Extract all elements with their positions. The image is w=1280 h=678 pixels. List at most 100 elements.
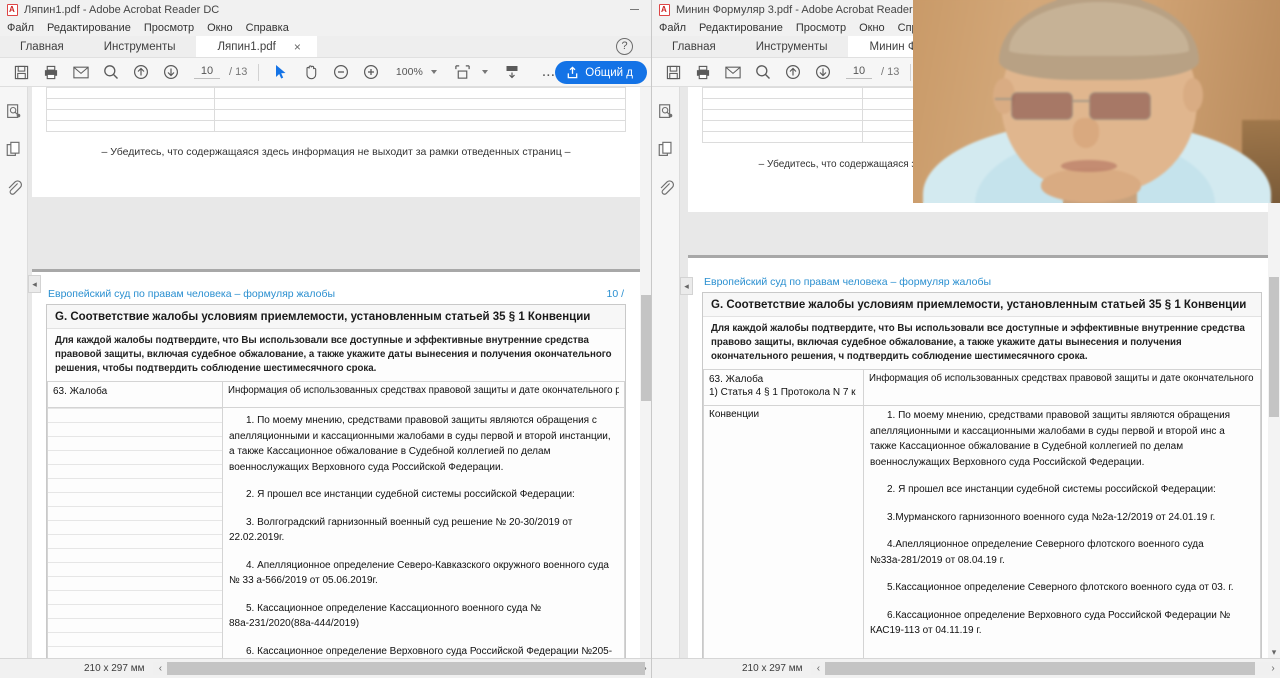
video-call-overlay[interactable]	[913, 0, 1280, 203]
vertical-scrollbar-left[interactable]	[640, 87, 651, 658]
section-g-right: G. Соответствие жалобы условиям приемлем…	[702, 292, 1262, 658]
table-cell-complaint-body[interactable]: Конвенции	[703, 405, 864, 658]
prev-page-icon[interactable]	[126, 59, 156, 85]
menu-item-file[interactable]: Файл	[659, 22, 686, 34]
vertical-scrollbar-thumb[interactable]	[1269, 277, 1279, 417]
window-title-right: Минин Формуляр 3.pdf - Adobe Acrobat Rea…	[676, 3, 932, 16]
page-thumbnails-icon[interactable]	[655, 101, 677, 123]
share-button[interactable]: Общий д	[555, 61, 647, 84]
table-cell-complaint-header: 63. Жалоба	[47, 381, 223, 409]
table-cell-info-body[interactable]: 1. По моему мнению, средствами правовой …	[863, 405, 1261, 658]
scroll-left-arrow[interactable]: ‹	[811, 663, 825, 674]
zoom-out-icon[interactable]	[326, 59, 356, 85]
print-icon[interactable]	[36, 59, 66, 85]
toolbar-divider	[258, 63, 260, 81]
page-collapse-handle-left[interactable]: ◂	[28, 275, 41, 293]
sidebar-rail-right	[652, 87, 680, 658]
fit-page-chevron-icon[interactable]	[482, 70, 489, 74]
attachments-icon[interactable]	[3, 177, 25, 199]
acrobat-app-icon	[7, 3, 18, 16]
tab-tools-right[interactable]: Инструменты	[736, 36, 848, 57]
page-collapse-handle-right[interactable]: ◂	[680, 277, 693, 295]
page-footnote-left: – Убедитесь, что содержащаяся здесь инфо…	[101, 146, 571, 158]
remedies-table-right: 63. Жалоба 1) Статья 4 § 1 Протокола N 7…	[703, 369, 1261, 658]
menu-item-view[interactable]: Просмотр	[796, 22, 846, 34]
remedies-table-left: 63. Жалоба Информация об использованных …	[47, 381, 625, 658]
tab-home-right[interactable]: Главная	[652, 36, 736, 57]
pdf-page-main-right: Европейский суд по правам человека – фор…	[688, 258, 1276, 658]
screen-root: Ляпин1.pdf - Adobe Acrobat Reader DC Фай…	[0, 0, 1280, 678]
page-indicator-right[interactable]: 10 / 13	[846, 65, 899, 79]
page-dimensions-left: 210 x 297 мм	[84, 663, 145, 674]
scroll-right-arrow[interactable]: ›	[1266, 663, 1280, 674]
zoom-in-icon[interactable]	[356, 59, 386, 85]
menu-item-help[interactable]: Справка	[246, 22, 289, 34]
horizontal-scrollbar-right[interactable]: ‹ ›	[811, 662, 1280, 675]
section-title: G. Соответствие жалобы условиям приемлем…	[47, 305, 625, 329]
page-thumbnails-icon[interactable]	[3, 101, 25, 123]
table-cell-complaint-header: 63. Жалоба 1) Статья 4 § 1 Протокола N 7…	[703, 369, 864, 407]
document-viewport-left[interactable]: – Убедитесь, что содержащаяся здесь инфо…	[28, 87, 651, 658]
share-button-label: Общий д	[585, 66, 633, 79]
next-page-icon[interactable]	[808, 59, 838, 85]
menu-item-edit[interactable]: Редактирование	[47, 22, 131, 34]
zoom-level-value[interactable]: 100%	[392, 66, 426, 78]
horizontal-scrollbar-thumb[interactable]	[825, 662, 1256, 675]
scroll-left-arrow[interactable]: ‹	[153, 663, 167, 674]
email-icon[interactable]	[718, 59, 748, 85]
table-cell-info-body[interactable]: 1. По моему мнению, средствами правовой …	[222, 407, 625, 658]
page-display-icon[interactable]	[497, 59, 527, 85]
horizontal-scroll-track[interactable]	[825, 662, 1266, 675]
section-g-left: G. Соответствие жалобы условиям приемлем…	[46, 304, 626, 658]
document-header-title: Европейский суд по правам человека – фор…	[704, 276, 992, 288]
print-icon[interactable]	[688, 59, 718, 85]
search-icon[interactable]	[96, 59, 126, 85]
page-number-input[interactable]: 10	[194, 65, 220, 79]
horizontal-scroll-track[interactable]	[167, 662, 646, 675]
select-cursor-icon[interactable]	[266, 59, 296, 85]
close-icon[interactable]: ×	[294, 41, 301, 53]
prev-page-icon[interactable]	[778, 59, 808, 85]
remedy-paragraph-4: 4. Апелляционное определение Северо-Кавк…	[229, 559, 609, 587]
document-header-right: Европейский суд по правам человека – фор…	[702, 276, 1262, 292]
tab-document-left[interactable]: Ляпин1.pdf ×	[195, 36, 317, 57]
tab-home-label: Главная	[20, 40, 64, 53]
remedy-paragraph-1: 1. По моему мнению, средствами правовой …	[870, 410, 1231, 468]
attachments-icon[interactable]	[655, 177, 677, 199]
titlebar-left: Ляпин1.pdf - Adobe Acrobat Reader DC	[0, 0, 651, 19]
page-dimensions-right: 210 x 297 мм	[742, 663, 803, 674]
pages-panel-icon[interactable]	[3, 139, 25, 161]
menu-item-file[interactable]: Файл	[7, 22, 34, 34]
page-indicator-left[interactable]: 10 / 13	[194, 65, 247, 79]
vertical-scrollbar-thumb[interactable]	[641, 295, 651, 401]
complaint-article-line-1: 1) Статья 4 § 1 Протокола N 7 к	[709, 387, 856, 399]
horizontal-scrollbar-thumb[interactable]	[167, 662, 646, 675]
page-number-input[interactable]: 10	[846, 65, 872, 79]
table-cell-complaint-body[interactable]	[47, 407, 223, 658]
window-title-left: Ляпин1.pdf - Adobe Acrobat Reader DC	[24, 3, 220, 16]
search-icon[interactable]	[748, 59, 778, 85]
chevron-down-icon[interactable]	[431, 70, 438, 74]
minimize-button-left[interactable]	[621, 0, 647, 19]
fit-page-icon[interactable]	[447, 59, 477, 85]
pages-panel-icon[interactable]	[655, 139, 677, 161]
scroll-down-arrow[interactable]: ▾	[1268, 646, 1280, 658]
hand-icon[interactable]	[296, 59, 326, 85]
remedy-paragraph-5: 5. Кассационное определение Кассационног…	[229, 602, 542, 630]
tab-tools-left[interactable]: Инструменты	[84, 36, 196, 57]
complaint-article-line-2: Конвенции	[709, 409, 760, 421]
next-page-icon[interactable]	[156, 59, 186, 85]
page-total-label: / 13	[881, 66, 900, 78]
email-icon[interactable]	[66, 59, 96, 85]
menu-item-window[interactable]: Окно	[207, 22, 233, 34]
help-icon[interactable]: ?	[616, 38, 633, 55]
menu-item-window[interactable]: Окно	[859, 22, 885, 34]
acrobat-app-icon	[659, 3, 670, 16]
remedy-paragraph-6: 6. Кассационное определение Верховного с…	[246, 645, 613, 657]
menu-item-edit[interactable]: Редактирование	[699, 22, 783, 34]
save-icon[interactable]	[6, 59, 36, 85]
menu-item-view[interactable]: Просмотр	[144, 22, 194, 34]
save-icon[interactable]	[658, 59, 688, 85]
tab-home-left[interactable]: Главная	[0, 36, 84, 57]
horizontal-scrollbar-left[interactable]: ‹ ›	[153, 662, 651, 675]
